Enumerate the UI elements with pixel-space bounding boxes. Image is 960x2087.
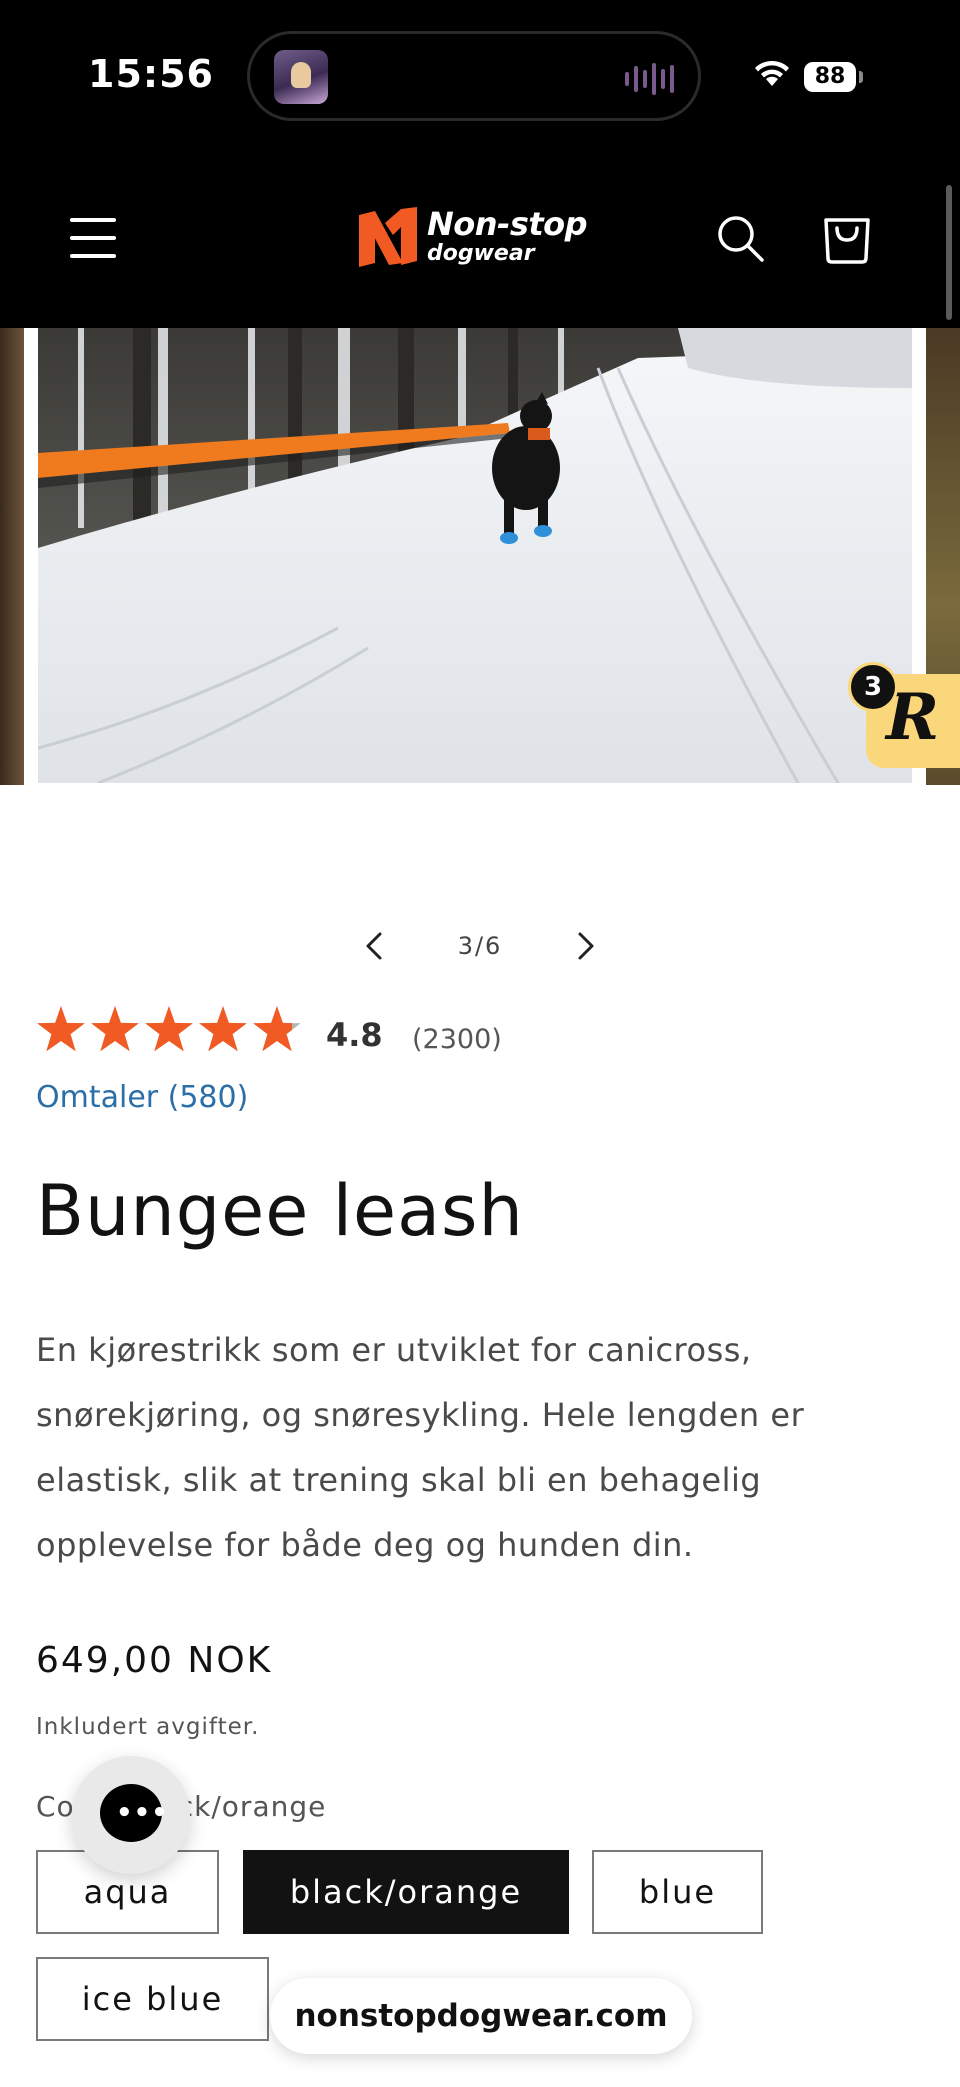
status-time: 15:56: [88, 52, 214, 96]
wifi-icon: [755, 60, 789, 86]
chevron-right-icon[interactable]: [570, 928, 600, 964]
menu-button[interactable]: [70, 216, 120, 260]
gallery-slide-previous[interactable]: [0, 328, 24, 785]
audio-wave-icon: [625, 62, 674, 96]
product-title: Bungee leash: [36, 1170, 524, 1252]
scroll-indicator: [946, 185, 952, 320]
star-icon: [253, 1006, 301, 1052]
chat-dots-icon: •••: [116, 1798, 169, 1828]
variant-black-orange[interactable]: black/orange: [243, 1850, 569, 1934]
variant-ice-blue[interactable]: ice blue: [36, 1957, 269, 2041]
rating-count: (2300): [412, 1024, 502, 1055]
reviews-link[interactable]: Omtaler (580): [36, 1080, 248, 1115]
logo-text-secondary: dogwear: [427, 241, 535, 266]
cart-icon[interactable]: [822, 212, 872, 264]
product-photo-dog-snow-trail: [38, 328, 912, 783]
site-logo[interactable]: Non-stop dogwear: [355, 205, 605, 271]
nonstop-logo-mark-icon: [359, 207, 417, 267]
product-gallery[interactable]: [0, 328, 960, 785]
star-icon: [199, 1006, 247, 1052]
product-price: 649,00 NOK: [36, 1640, 273, 1681]
battery-indicator: 88: [804, 62, 856, 92]
status-bar: 15:56 88: [0, 0, 960, 160]
hamburger-icon: [70, 218, 116, 222]
gallery-slide-current[interactable]: [38, 328, 912, 783]
search-icon[interactable]: [716, 214, 766, 264]
rating-value: 4.8: [326, 1016, 383, 1054]
gallery-pager: 3/6: [0, 920, 960, 970]
browser-url-bar[interactable]: nonstopdogwear.com: [270, 1978, 692, 2054]
reviews-widget-count-badge: 3: [848, 662, 898, 712]
star-rating[interactable]: [36, 1004, 306, 1060]
star-icon: [145, 1006, 193, 1052]
tax-note: Inkludert avgifter.: [36, 1714, 260, 1740]
chat-button[interactable]: •••: [72, 1756, 190, 1874]
dynamic-island[interactable]: [247, 31, 701, 121]
chevron-left-icon[interactable]: [360, 928, 390, 964]
star-icon: [91, 1006, 139, 1052]
gallery-counter: 3/6: [457, 932, 503, 960]
logo-text-primary: Non-stop: [427, 205, 588, 243]
product-description: En kjørestrikk som er utviklet for canic…: [36, 1331, 805, 1564]
now-playing-artwork: [274, 50, 328, 104]
battery-tip: [859, 71, 863, 83]
variant-blue[interactable]: blue: [592, 1850, 763, 1934]
star-icon: [37, 1006, 85, 1052]
